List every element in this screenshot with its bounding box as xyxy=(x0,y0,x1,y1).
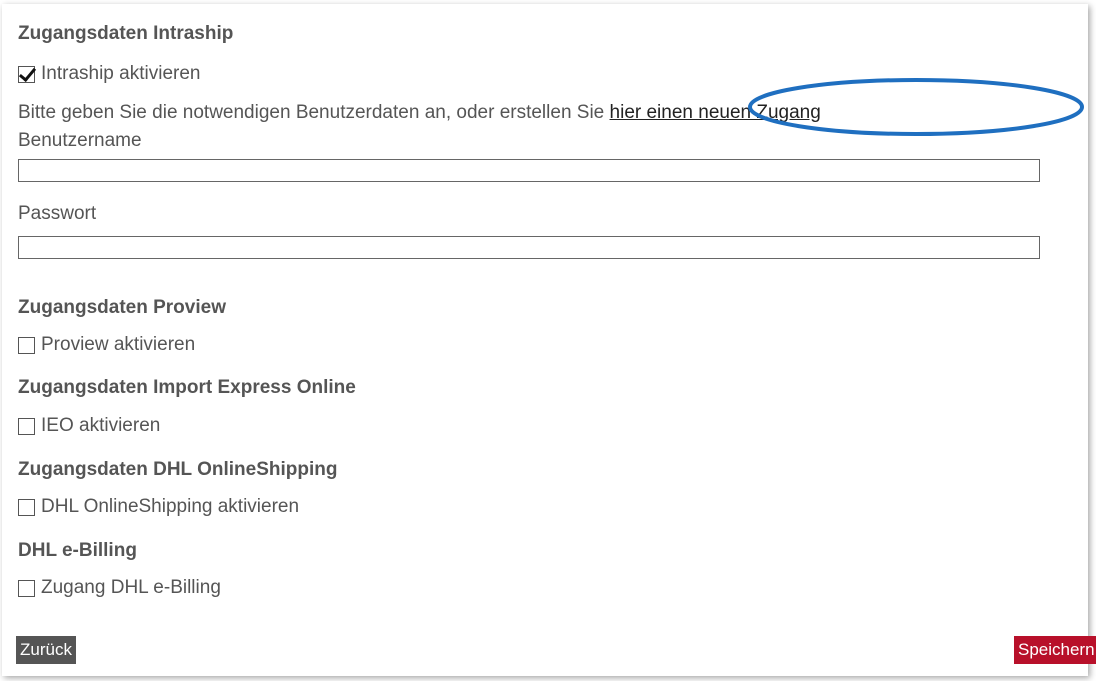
intraship-info-prefix: Bitte geben Sie die notwendigen Benutzer… xyxy=(18,102,610,123)
ieo-checkbox-label: IEO aktivieren xyxy=(41,415,161,436)
proview-checkbox[interactable] xyxy=(18,336,35,354)
save-button[interactable]: Speichern xyxy=(1014,636,1096,664)
back-button[interactable]: Zurück xyxy=(16,636,76,664)
ebilling-checkbox-label: Zugang DHL e-Billing xyxy=(41,577,221,598)
password-input[interactable] xyxy=(18,236,1040,259)
online-shipping-heading: Zugangsdaten DHL OnlineShipping xyxy=(18,459,338,480)
ieo-checkbox[interactable] xyxy=(18,417,35,435)
username-input[interactable] xyxy=(18,159,1040,182)
online-shipping-checkbox-label: DHL OnlineShipping aktivieren xyxy=(41,496,300,517)
ieo-activate-option[interactable]: IEO aktivieren xyxy=(18,415,160,437)
ebilling-checkbox[interactable] xyxy=(18,579,35,597)
intraship-activate-option[interactable]: Intraship aktivieren xyxy=(18,63,200,85)
password-label: Passwort xyxy=(18,203,97,224)
proview-checkbox-label: Proview aktivieren xyxy=(41,334,196,355)
intraship-heading: Zugangsdaten Intraship xyxy=(18,23,234,44)
username-label: Benutzername xyxy=(18,130,142,151)
proview-activate-option[interactable]: Proview aktivieren xyxy=(18,334,195,356)
ieo-heading: Zugangsdaten Import Express Online xyxy=(18,377,356,398)
proview-heading: Zugangsdaten Proview xyxy=(18,297,226,318)
new-account-link[interactable]: hier einen neuen Zugang xyxy=(610,102,821,123)
online-shipping-activate-option[interactable]: DHL OnlineShipping aktivieren xyxy=(18,496,299,518)
ebilling-heading: DHL e-Billing xyxy=(18,540,137,561)
intraship-checkbox[interactable] xyxy=(18,65,35,83)
online-shipping-checkbox[interactable] xyxy=(18,498,35,516)
intraship-checkbox-label: Intraship aktivieren xyxy=(41,63,201,84)
intraship-info-text: Bitte geben Sie die notwendigen Benutzer… xyxy=(18,102,821,124)
access-settings-panel: Zugangsdaten Intraship Intraship aktivie… xyxy=(2,4,1096,676)
ebilling-activate-option[interactable]: Zugang DHL e-Billing xyxy=(18,577,221,599)
